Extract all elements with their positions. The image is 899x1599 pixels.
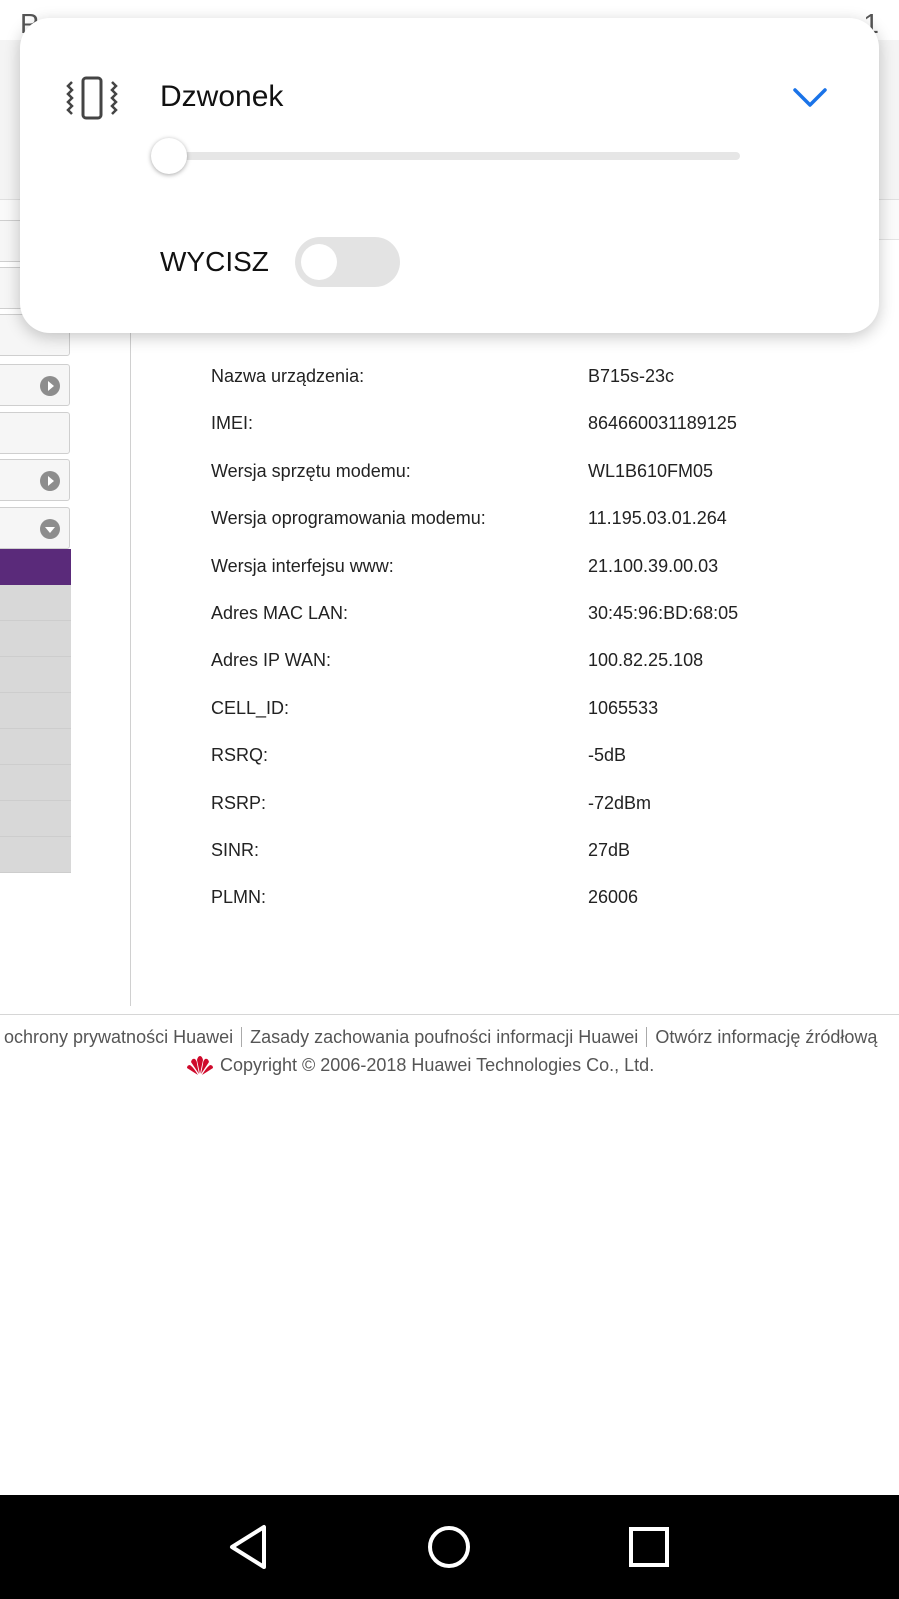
vibrate-icon[interactable] bbox=[64, 76, 120, 120]
info-row: Wersja interfejsu www: 21.100.39.00.03 bbox=[211, 550, 831, 597]
sidebar-item-expanded[interactable] bbox=[0, 507, 70, 549]
volume-slider-thumb[interactable] bbox=[151, 138, 187, 174]
volume-slider-track[interactable] bbox=[170, 152, 740, 160]
info-value: 26006 bbox=[588, 887, 639, 908]
expand-arrow-icon bbox=[40, 471, 60, 491]
info-label: Wersja sprzętu modemu: bbox=[211, 460, 411, 481]
info-row: IMEI: 864660031189125 bbox=[211, 407, 831, 454]
info-row: PLMN: 26006 bbox=[211, 881, 831, 928]
open-source-link[interactable]: Otwórz informację źródłową bbox=[655, 1027, 877, 1047]
sidebar-subitem[interactable] bbox=[0, 585, 71, 621]
info-value: WL1B610FM05 bbox=[588, 460, 714, 481]
info-row: Adres MAC LAN: 30:45:96:BD:68:05 bbox=[211, 597, 831, 644]
info-value: 21.100.39.00.03 bbox=[588, 555, 719, 576]
chevron-down-icon[interactable] bbox=[792, 86, 828, 110]
sidebar-item-expandable[interactable] bbox=[0, 364, 70, 406]
sidebar-subitem[interactable] bbox=[0, 837, 71, 873]
content-divider bbox=[130, 330, 131, 1006]
volume-stream-title: Dzwonek bbox=[160, 80, 284, 113]
mute-label: WYCISZ bbox=[160, 246, 269, 277]
info-value: 30:45:96:BD:68:05 bbox=[588, 602, 739, 623]
info-row: Wersja sprzętu modemu: WL1B610FM05 bbox=[211, 455, 831, 502]
sidebar-subitem[interactable] bbox=[0, 657, 71, 693]
info-label: Adres IP WAN: bbox=[211, 650, 332, 671]
info-label: RSRQ: bbox=[211, 745, 269, 766]
navigation-bar bbox=[0, 1495, 899, 1599]
privacy-policy-link[interactable]: ochrony prywatności Huawei bbox=[4, 1027, 233, 1047]
volume-panel: Dzwonek WYCISZ bbox=[20, 18, 879, 333]
info-value: -5dB bbox=[588, 745, 627, 766]
copyright-text: Copyright © 2006-2018 Huawei Technologie… bbox=[220, 1054, 655, 1075]
home-icon[interactable] bbox=[421, 1519, 477, 1575]
info-label: RSRP: bbox=[211, 792, 267, 813]
info-label: PLMN: bbox=[211, 887, 267, 908]
info-value: 864660031189125 bbox=[588, 413, 737, 434]
sidebar-subitem[interactable] bbox=[0, 801, 71, 837]
collapse-arrow-icon bbox=[40, 519, 60, 539]
sidebar-subitem[interactable] bbox=[0, 693, 71, 729]
info-value: B715s-23c bbox=[588, 366, 675, 386]
footer-copyright: Copyright © 2006-2018 Huawei Technologie… bbox=[186, 1054, 654, 1076]
info-label: Adres MAC LAN: bbox=[211, 602, 349, 623]
toggle-knob bbox=[301, 244, 337, 280]
sidebar-subitem[interactable] bbox=[0, 765, 71, 801]
info-label: Nazwa urządzenia: bbox=[211, 366, 365, 386]
sidebar-subitem[interactable] bbox=[0, 729, 71, 765]
mute-toggle[interactable] bbox=[295, 237, 400, 287]
info-row: Nazwa urządzenia: B715s-23c bbox=[211, 360, 831, 407]
info-value: 11.195.03.01.264 bbox=[588, 508, 727, 529]
footer-separator bbox=[646, 1027, 648, 1047]
info-row: RSRQ: -5dB bbox=[211, 739, 831, 786]
sidebar-item-expandable[interactable] bbox=[0, 459, 70, 501]
info-row: Wersja oprogramowania modemu: 11.195.03.0… bbox=[211, 502, 831, 549]
info-value: -72dBm bbox=[588, 792, 652, 813]
info-label: SINR: bbox=[211, 839, 260, 860]
huawei-logo-icon bbox=[187, 1056, 213, 1075]
sidebar-subitem-active[interactable] bbox=[0, 549, 71, 585]
info-label: CELL_ID: bbox=[211, 697, 290, 718]
back-icon[interactable] bbox=[222, 1519, 278, 1575]
recents-icon[interactable] bbox=[621, 1519, 677, 1575]
footer-separator bbox=[241, 1027, 243, 1047]
footer-links: ochrony prywatności Huawei Zasady zachowa… bbox=[4, 1027, 899, 1048]
info-value: 1065533 bbox=[588, 697, 659, 718]
info-row: Adres IP WAN: 100.82.25.108 bbox=[211, 644, 831, 691]
sidebar-item[interactable] bbox=[0, 412, 70, 454]
info-value: 27dB bbox=[588, 839, 631, 860]
privacy-notice-link[interactable]: Zasady zachowania poufności informacji H… bbox=[250, 1027, 638, 1047]
info-label: Wersja interfejsu www: bbox=[211, 555, 394, 576]
info-label: Wersja oprogramowania modemu: bbox=[211, 508, 486, 529]
info-row: SINR: 27dB bbox=[211, 834, 831, 881]
info-label: IMEI: bbox=[211, 413, 254, 434]
info-row: RSRP: -72dBm bbox=[211, 787, 831, 834]
info-row: CELL_ID: 1065533 bbox=[211, 692, 831, 739]
footer-divider bbox=[0, 1014, 899, 1015]
expand-arrow-icon bbox=[40, 376, 60, 396]
sidebar-subitem[interactable] bbox=[0, 621, 71, 657]
device-info-table: Nazwa urządzenia: B715s-23c IMEI: 86466003… bbox=[211, 360, 831, 929]
info-value: 100.82.25.108 bbox=[588, 650, 704, 671]
